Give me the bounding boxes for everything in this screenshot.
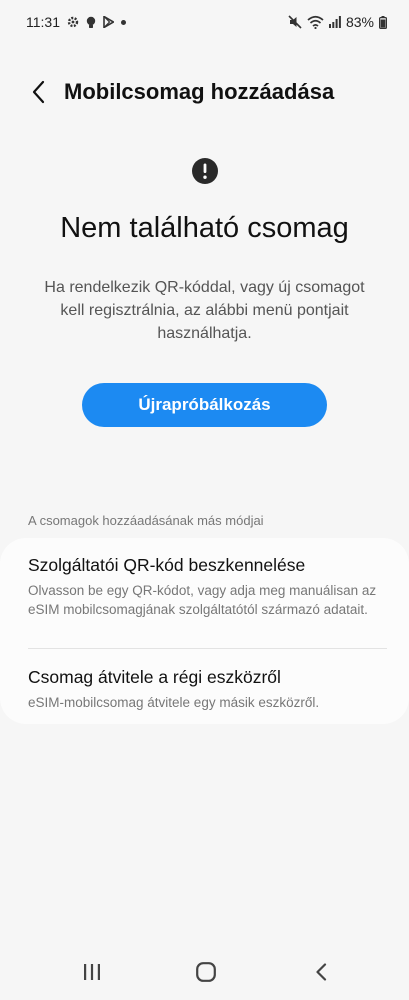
transfer-from-old-device-option[interactable]: Csomag átvitele a régi eszközről eSIM-mo… <box>28 666 383 712</box>
app-header: Mobilcsomag hozzáadása <box>0 70 409 114</box>
recents-icon <box>84 964 100 980</box>
status-bar: 11:31 83% <box>0 0 409 44</box>
nav-back-button[interactable] <box>301 952 341 992</box>
no-plan-description: Ha rendelkezik QR-kóddal, vagy új csomag… <box>44 279 365 342</box>
navigation-bar <box>0 944 409 1000</box>
battery-icon <box>379 15 387 29</box>
retry-button[interactable]: Újrapróbálkozás <box>82 383 327 427</box>
status-left: 11:31 <box>26 14 126 30</box>
divider <box>28 648 387 649</box>
battery-percent: 83% <box>345 14 374 30</box>
signal-icon <box>328 16 341 28</box>
home-button[interactable] <box>186 952 226 992</box>
other-ways-card: Szolgáltatói QR-kód beszkennelése Olvass… <box>0 538 409 724</box>
back-icon <box>316 963 327 981</box>
no-plan-heading: Nem található csomag <box>60 212 349 244</box>
mute-icon <box>288 15 302 29</box>
bulb-icon <box>86 16 96 29</box>
status-time: 11:31 <box>26 14 60 30</box>
scan-qr-code-option[interactable]: Szolgáltatói QR-kód beszkennelése Olvass… <box>28 554 383 619</box>
exclamation-circle-icon <box>191 158 218 184</box>
settings-icon <box>67 16 79 28</box>
recents-button[interactable] <box>72 952 112 992</box>
page-title: Mobilcsomag hozzáadása <box>64 79 335 104</box>
chevron-left-icon <box>32 80 45 104</box>
option-title: Csomag átvitele a régi eszközről <box>28 667 281 687</box>
status-right: 83% <box>288 14 387 30</box>
home-icon <box>196 962 216 982</box>
dot-icon <box>121 19 126 25</box>
play-store-icon <box>103 16 114 28</box>
option-description: eSIM-mobilcsomag átvitele egy másik eszk… <box>28 695 320 710</box>
wifi-icon <box>307 15 324 29</box>
option-description: Olvasson be egy QR-kódot, vagy adja meg … <box>28 583 377 617</box>
back-button[interactable] <box>20 74 56 110</box>
other-ways-section-label: A csomagok hozzáadásának más módjai <box>28 513 264 528</box>
option-title: Szolgáltatói QR-kód beszkennelése <box>28 555 306 575</box>
